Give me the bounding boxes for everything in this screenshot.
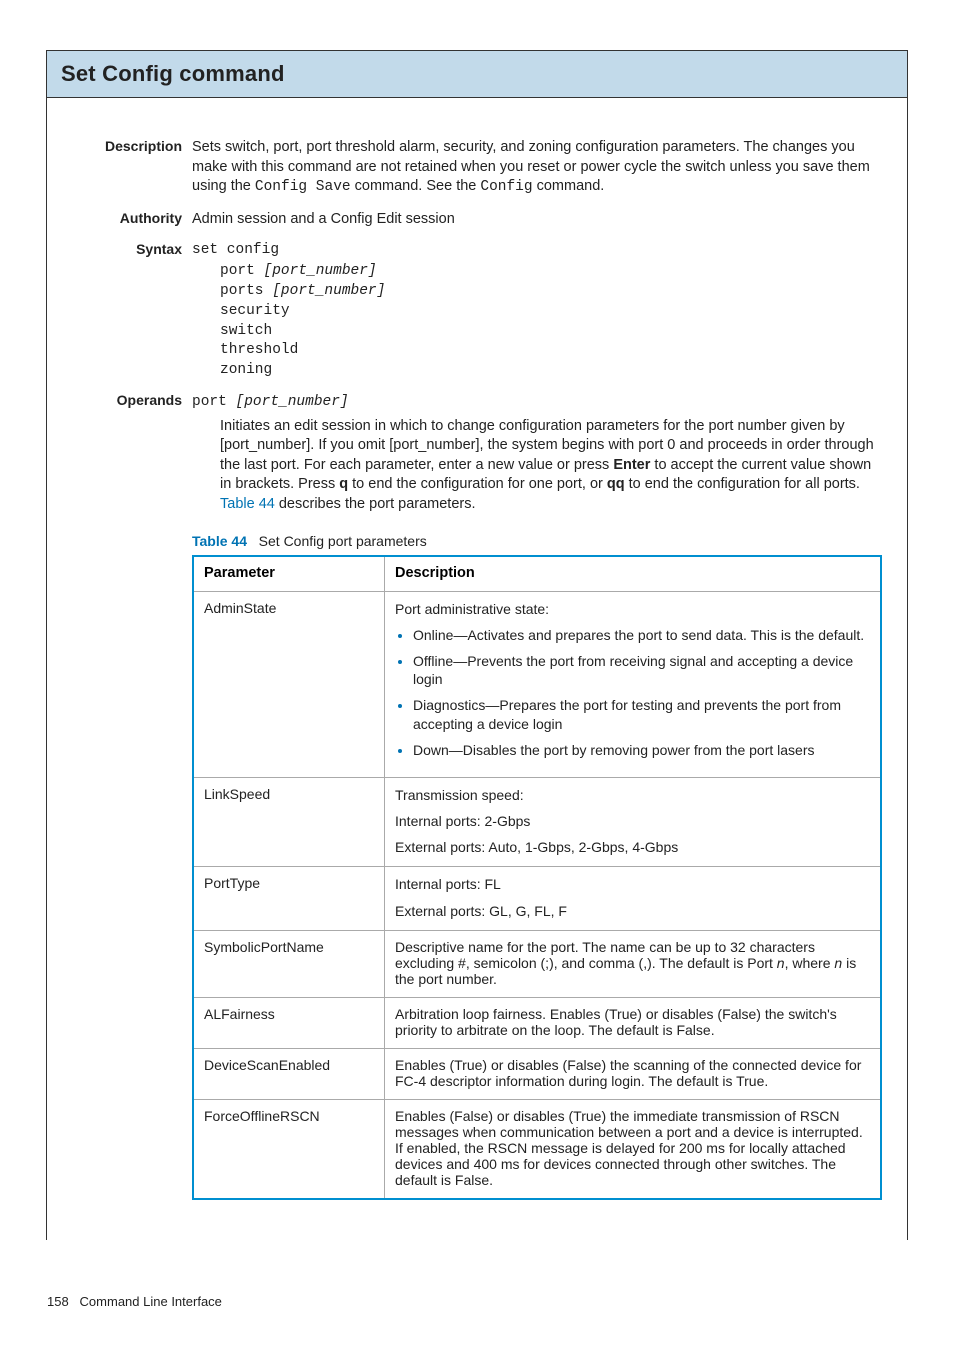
operands-label: Operands xyxy=(77,392,192,408)
table-row: SymbolicPortName Descriptive name for th… xyxy=(193,930,881,997)
syntax-switch: switch xyxy=(220,322,877,342)
op-q: q xyxy=(339,476,348,492)
operands-row: Operands port [port_number] Initiates an… xyxy=(77,392,877,514)
syntax-cmd: set config xyxy=(192,241,877,261)
footer-section: Command Line Interface xyxy=(80,1294,222,1309)
param-devicescanenabled: DeviceScanEnabled xyxy=(193,1048,385,1099)
param-alfairness: ALFairness xyxy=(193,997,385,1048)
linkspeed-p3: External ports: Auto, 1-Gbps, 2-Gbps, 4-… xyxy=(395,838,870,856)
page-footer: 158 Command Line Interface xyxy=(45,1280,909,1349)
linkspeed-p2: Internal ports: 2-Gbps xyxy=(395,812,870,830)
col-description: Description xyxy=(385,556,882,592)
table-caption: Table 44 Set Config port parameters xyxy=(192,533,877,549)
title-bar: Set Config command xyxy=(47,51,907,98)
syntax-block: set config port [port_number] ports [por… xyxy=(192,241,877,380)
table-number: Table 44 xyxy=(192,533,247,549)
table-row: LinkSpeed Transmission speed: Internal p… xyxy=(193,777,881,867)
op-mid2: to end the configuration for one port, o… xyxy=(348,476,607,492)
operands-cmd: port xyxy=(192,394,236,410)
desc-porttype: Internal ports: FL External ports: GL, G… xyxy=(385,867,882,930)
syntax-row: Syntax set config port [port_number] por… xyxy=(77,241,877,380)
table-row: PortType Internal ports: FL External por… xyxy=(193,867,881,930)
authority-text: Admin session and a Config Edit session xyxy=(192,210,877,230)
op-mid3: to end the configuration for all ports. xyxy=(625,476,860,492)
op-post: describes the port parameters. xyxy=(275,496,476,512)
operands-value: port [port_number] Initiates an edit ses… xyxy=(192,392,877,514)
param-forceofflinerscn: ForceOfflineRSCN xyxy=(193,1099,385,1199)
syntax-threshold: threshold xyxy=(220,341,877,361)
syntax-port-arg: [port_number] xyxy=(264,263,377,279)
page-title: Set Config command xyxy=(61,61,893,87)
desc-adminstate: Port administrative state: Online—Activa… xyxy=(385,591,882,777)
param-table: Parameter Description AdminState Port ad… xyxy=(192,555,882,1200)
param-porttype: PortType xyxy=(193,867,385,930)
spn-mid: , where xyxy=(785,955,835,971)
table-header-row: Parameter Description xyxy=(193,556,881,592)
authority-row: Authority Admin session and a Config Edi… xyxy=(77,210,877,230)
description-text: Sets switch, port, port threshold alarm,… xyxy=(192,138,877,198)
desc-linkspeed: Transmission speed: Internal ports: 2-Gb… xyxy=(385,777,882,867)
description-row: Description Sets switch, port, port thre… xyxy=(77,138,877,198)
param-symbolicportname: SymbolicPortName xyxy=(193,930,385,997)
syntax-zoning: zoning xyxy=(220,361,877,381)
table-row: ForceOfflineRSCN Enables (False) or disa… xyxy=(193,1099,881,1199)
desc-symbolicportname: Descriptive name for the port. The name … xyxy=(385,930,882,997)
op-qq: qq xyxy=(607,476,625,492)
adminstate-down: Down—Disables the port by removing power… xyxy=(413,741,870,759)
syntax-ports: ports xyxy=(220,283,272,299)
syntax-ports-arg: [port_number] xyxy=(272,283,385,299)
desc-devicescanenabled: Enables (True) or disables (False) the s… xyxy=(385,1048,882,1099)
operands-desc: Initiates an edit session in which to ch… xyxy=(192,417,877,515)
adminstate-lead: Port administrative state: xyxy=(395,600,870,618)
syntax-security: security xyxy=(220,302,877,322)
table-row: ALFairness Arbitration loop fairness. En… xyxy=(193,997,881,1048)
desc-forceofflinerscn: Enables (False) or disables (True) the i… xyxy=(385,1099,882,1199)
code-config-save: Config Save xyxy=(255,179,351,195)
content-area: Description Sets switch, port, port thre… xyxy=(47,98,907,1210)
adminstate-diagnostics: Diagnostics—Prepares the port for testin… xyxy=(413,696,870,732)
linkspeed-p1: Transmission speed: xyxy=(395,786,870,804)
desc-text-mid: command. See the xyxy=(351,178,481,194)
table-row: DeviceScanEnabled Enables (True) or disa… xyxy=(193,1048,881,1099)
op-enter: Enter xyxy=(613,457,650,473)
adminstate-online: Online—Activates and prepares the port t… xyxy=(413,626,870,644)
spn-pre: Descriptive name for the port. The name … xyxy=(395,939,815,971)
spn-n1: n xyxy=(777,955,785,971)
page-number: 158 xyxy=(47,1294,69,1309)
table-reference-link[interactable]: Table 44 xyxy=(220,496,275,512)
param-linkspeed: LinkSpeed xyxy=(193,777,385,867)
authority-label: Authority xyxy=(77,210,192,226)
col-parameter: Parameter xyxy=(193,556,385,592)
description-label: Description xyxy=(77,138,192,154)
porttype-p2: External ports: GL, G, FL, F xyxy=(395,902,870,920)
desc-alfairness: Arbitration loop fairness. Enables (True… xyxy=(385,997,882,1048)
table-row: AdminState Port administrative state: On… xyxy=(193,591,881,777)
table-title: Set Config port parameters xyxy=(259,533,427,549)
syntax-port: port xyxy=(220,263,264,279)
porttype-p1: Internal ports: FL xyxy=(395,875,870,893)
page: Set Config command Description Sets swit… xyxy=(46,50,908,1240)
desc-text-post: command. xyxy=(533,178,605,194)
code-config: Config xyxy=(480,179,532,195)
operands-arg: [port_number] xyxy=(236,394,349,410)
syntax-label: Syntax xyxy=(77,241,192,257)
param-adminstate: AdminState xyxy=(193,591,385,777)
adminstate-offline: Offline—Prevents the port from receiving… xyxy=(413,652,870,688)
